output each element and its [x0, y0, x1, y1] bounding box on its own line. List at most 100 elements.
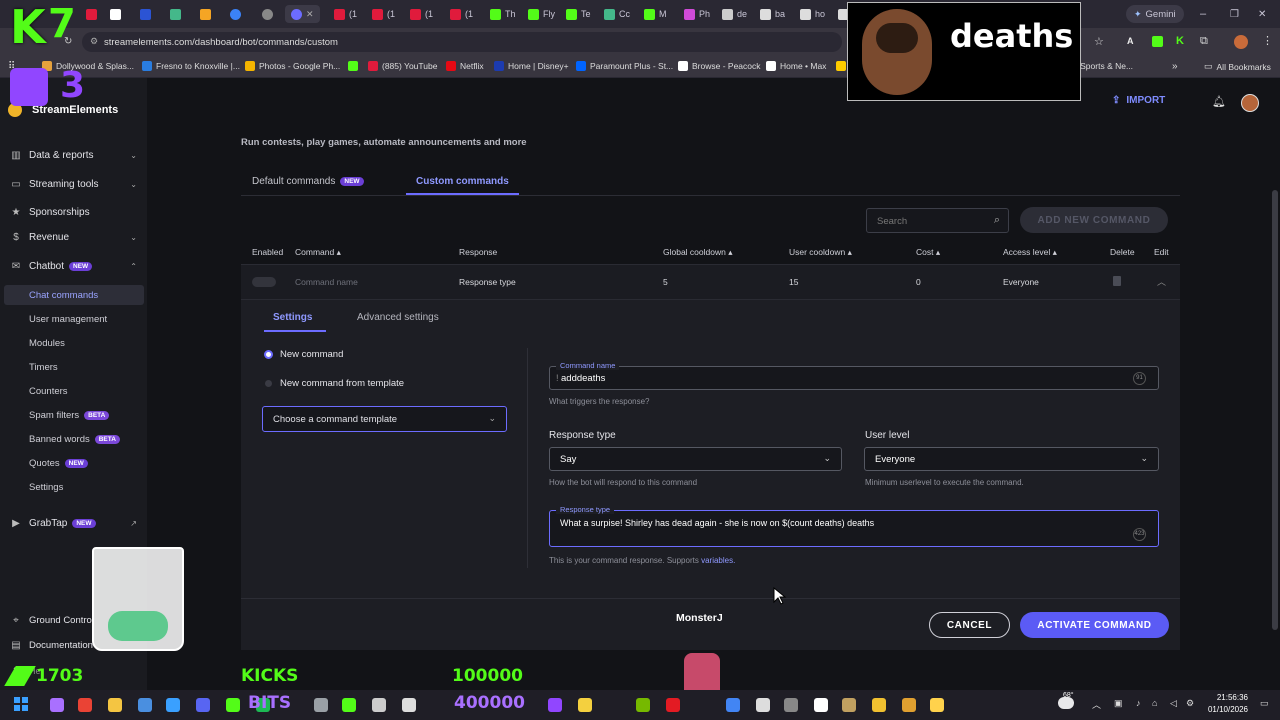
taskbar-app-icon[interactable]: [108, 698, 122, 712]
taskbar-app-icon[interactable]: [342, 698, 356, 712]
bookmark-item[interactable]: Fresno to Knoxville |...: [142, 61, 240, 71]
sidebar-item[interactable]: ▭ Streaming tools ⌄: [0, 173, 147, 195]
notifications-icon[interactable]: ▭: [1260, 698, 1269, 709]
sidebar-subitem[interactable]: User management: [4, 309, 144, 329]
taskbar-app-icon[interactable]: [314, 698, 328, 712]
microphone-icon[interactable]: ♪: [1136, 698, 1141, 708]
taskbar-app-icon[interactable]: [842, 698, 856, 712]
import-button[interactable]: ⇪ IMPORT: [1112, 95, 1165, 106]
cancel-button[interactable]: CANCEL: [929, 612, 1010, 638]
enabled-toggle[interactable]: [252, 277, 276, 287]
taskbar-app-icon[interactable]: [726, 698, 740, 712]
column-global-cooldown[interactable]: Global cooldown ▴: [663, 247, 733, 258]
bookmark-item[interactable]: Dollywood & Splas...: [42, 61, 134, 71]
taskbar-app-icon[interactable]: [902, 698, 916, 712]
site-info-icon[interactable]: ⚙: [90, 36, 98, 47]
user-level-select[interactable]: Everyone ⌄: [864, 447, 1159, 471]
command-name-field[interactable]: ! adddeaths 91: [549, 366, 1159, 390]
kick-extension-icon[interactable]: K: [1176, 35, 1184, 47]
browser-tab[interactable]: M: [644, 5, 667, 23]
settings-icon[interactable]: ⚙: [1186, 698, 1194, 709]
browser-tab[interactable]: Th: [490, 5, 516, 23]
browser-tab[interactable]: Te: [566, 5, 591, 23]
windows-start-icon[interactable]: [14, 697, 28, 711]
taskbar-app-icon[interactable]: [548, 698, 562, 712]
browser-tab[interactable]: Cc: [604, 5, 630, 23]
bell-icon[interactable]: 🔔︎: [1212, 95, 1226, 108]
browser-menu-icon[interactable]: ⋮: [1262, 34, 1273, 47]
bookmark-item[interactable]: Browse - Peacock: [678, 61, 761, 71]
sidebar-subitem[interactable]: Counters: [4, 381, 144, 401]
taskbar-app-icon[interactable]: [402, 698, 416, 712]
maximize-icon[interactable]: ❐: [1230, 5, 1239, 23]
tab-default-commands[interactable]: Default commands NEW: [252, 176, 364, 187]
profile-avatar[interactable]: [1234, 35, 1248, 49]
taskbar-app-icon[interactable]: [226, 698, 240, 712]
taskbar-app-icon[interactable]: [138, 698, 152, 712]
browser-tab[interactable]: ba: [760, 5, 785, 23]
bookmark-item[interactable]: Home • Max: [766, 61, 826, 71]
sidebar-item-grabtap[interactable]: ▶ GrabTap NEW ↗: [0, 512, 147, 534]
tab-settings[interactable]: Settings: [273, 312, 312, 323]
sidebar-subitem[interactable]: Quotes NEW: [4, 453, 144, 473]
bookmark-item[interactable]: Photos - Google Ph...: [245, 61, 340, 71]
sidebar-subitem[interactable]: Settings: [4, 477, 144, 497]
column-access-level[interactable]: Access level ▴: [1003, 247, 1057, 258]
variables-link[interactable]: variables.: [701, 556, 735, 565]
activate-command-button[interactable]: ACTIVATE COMMAND: [1020, 612, 1169, 638]
response-textarea[interactable]: What a surpise! Shirley has dead again -…: [549, 510, 1159, 547]
sidebar-subitem[interactable]: Modules: [4, 333, 144, 353]
template-select[interactable]: Choose a command template ⌄: [262, 406, 507, 432]
column-user-cooldown[interactable]: User cooldown ▴: [789, 247, 852, 258]
radio-from-template[interactable]: [265, 380, 272, 387]
all-bookmarks[interactable]: ▭ All Bookmarks: [1204, 61, 1271, 72]
browser-tab[interactable]: ho: [800, 5, 825, 23]
browser-tab[interactable]: (1: [410, 5, 433, 23]
sidebar-subitem[interactable]: Chat commands: [4, 285, 144, 305]
extensions-icon[interactable]: ⧉: [1200, 35, 1208, 48]
radio-new-command[interactable]: [264, 350, 273, 359]
tab-favicon[interactable]: [140, 5, 151, 23]
column-command[interactable]: Command ▴: [295, 247, 341, 258]
taskbar-app-icon[interactable]: [372, 698, 386, 712]
more-bookmarks-icon[interactable]: »: [1172, 61, 1178, 72]
chevron-up-icon[interactable]: ︿: [1157, 275, 1166, 288]
tray-app-icon[interactable]: ▣: [1114, 698, 1123, 709]
browser-tab[interactable]: (1: [372, 5, 395, 23]
tray-chevron-icon[interactable]: ︿: [1092, 698, 1101, 711]
sidebar-item[interactable]: $ Revenue ⌄: [0, 226, 147, 248]
tab-advanced-settings[interactable]: Advanced settings: [357, 312, 439, 323]
browser-tab[interactable]: (1: [334, 5, 357, 23]
url-field[interactable]: ⚙ streamelements.com/dashboard/bot/comma…: [82, 32, 842, 52]
close-window-icon[interactable]: ✕: [1258, 5, 1266, 23]
tab-favicon[interactable]: [86, 5, 97, 23]
bookmark-item[interactable]: Paramount Plus - St...: [576, 61, 673, 71]
bookmark-item[interactable]: [348, 61, 362, 71]
taskbar-app-icon[interactable]: [872, 698, 886, 712]
bookmark-item[interactable]: Home | Disney+: [494, 61, 569, 71]
search-input[interactable]: Search ⌕: [866, 208, 1009, 233]
taskbar-app-icon[interactable]: [930, 698, 944, 712]
sidebar-item[interactable]: ✉ Chatbot NEW ⌃: [0, 255, 147, 277]
bookmark-item[interactable]: Netflix: [446, 61, 484, 71]
tab-custom-commands[interactable]: Custom commands: [416, 176, 509, 187]
taskbar-app-icon[interactable]: [578, 698, 592, 712]
tab-favicon[interactable]: [170, 5, 181, 23]
bookmark-item[interactable]: (885) YouTube: [368, 61, 437, 71]
sidebar-subitem[interactable]: Spam filters BETA: [4, 405, 144, 425]
sidebar-subitem[interactable]: Timers: [4, 357, 144, 377]
taskbar-app-icon[interactable]: [756, 698, 770, 712]
taskbar-app-icon[interactable]: [78, 698, 92, 712]
browser-tab[interactable]: Ph: [684, 5, 710, 23]
taskbar-app-icon[interactable]: [196, 698, 210, 712]
sidebar-subitem[interactable]: Banned words BETA: [4, 429, 144, 449]
taskbar-app-icon[interactable]: [814, 698, 828, 712]
active-tab[interactable]: ✕: [285, 5, 320, 23]
browser-tab[interactable]: de: [722, 5, 747, 23]
browser-tab[interactable]: Fly: [528, 5, 555, 23]
table-row[interactable]: [241, 264, 1180, 300]
volume-icon[interactable]: ◁: [1170, 698, 1177, 709]
tab-favicon[interactable]: [230, 5, 241, 23]
browser-tab[interactable]: (1: [450, 5, 473, 23]
tab-favicon[interactable]: [110, 5, 121, 23]
